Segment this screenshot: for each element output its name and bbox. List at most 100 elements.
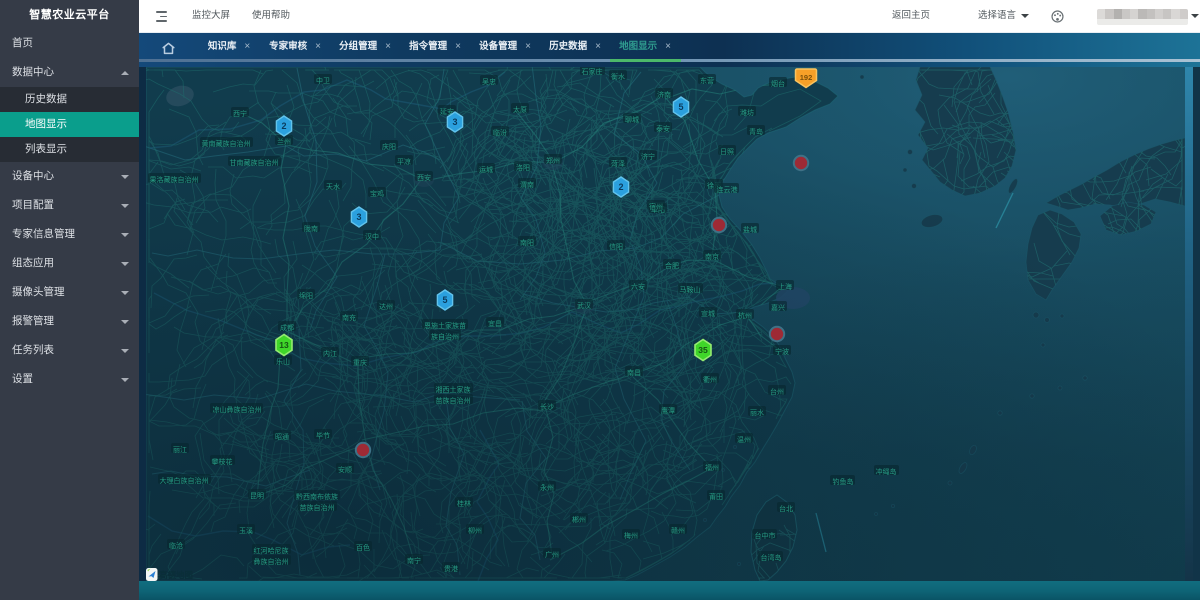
svg-text:凉山彝族自治州: 凉山彝族自治州 — [213, 405, 262, 414]
svg-text:宁波: 宁波 — [775, 347, 789, 356]
svg-text:盐城: 盐城 — [743, 225, 757, 234]
svg-text:绵阳: 绵阳 — [299, 291, 313, 300]
svg-text:菏泽: 菏泽 — [611, 159, 625, 168]
svg-text:济南: 济南 — [657, 90, 671, 99]
svg-text:大理白族自治州: 大理白族自治州 — [160, 476, 209, 485]
svg-text:台中市: 台中市 — [755, 531, 776, 540]
svg-text:昆明: 昆明 — [250, 492, 264, 500]
svg-text:2: 2 — [618, 182, 623, 192]
svg-text:嘉兴: 嘉兴 — [771, 303, 785, 312]
svg-text:钓鱼岛: 钓鱼岛 — [833, 477, 854, 486]
svg-text:石家庄: 石家庄 — [582, 67, 603, 76]
svg-text:六安: 六安 — [631, 282, 645, 291]
svg-text:聊城: 聊城 — [625, 115, 639, 124]
svg-text:宝鸡: 宝鸡 — [370, 189, 384, 198]
svg-text:合肥: 合肥 — [665, 261, 679, 270]
svg-text:马鞍山: 马鞍山 — [680, 285, 701, 294]
svg-text:2: 2 — [281, 121, 286, 131]
svg-text:临汾: 临汾 — [493, 128, 507, 137]
svg-text:吴忠: 吴忠 — [482, 78, 496, 86]
svg-text:重庆: 重庆 — [353, 358, 367, 367]
svg-text:中卫: 中卫 — [316, 76, 330, 85]
svg-text:192: 192 — [800, 73, 813, 82]
svg-text:5: 5 — [442, 295, 447, 305]
svg-text:南昌: 南昌 — [627, 368, 641, 377]
svg-text:台北: 台北 — [779, 504, 793, 513]
svg-text:衢州: 衢州 — [703, 375, 717, 384]
svg-text:苗族自治州: 苗族自治州 — [436, 396, 471, 405]
svg-text:济宁: 济宁 — [641, 152, 655, 161]
svg-text:莆田: 莆田 — [709, 492, 723, 501]
svg-text:信阳: 信阳 — [609, 242, 623, 251]
svg-text:烟台: 烟台 — [771, 79, 785, 88]
svg-text:柳州: 柳州 — [468, 526, 482, 535]
svg-text:太原: 太原 — [513, 105, 527, 114]
svg-text:彝族自治州: 彝族自治州 — [254, 557, 289, 566]
svg-text:冲绳岛: 冲绳岛 — [876, 467, 897, 476]
svg-text:桂林: 桂林 — [457, 499, 471, 508]
svg-text:福州: 福州 — [705, 463, 719, 472]
svg-text:黄南藏族自治州: 黄南藏族自治州 — [202, 139, 251, 148]
svg-text:5: 5 — [678, 102, 683, 112]
svg-text:西宁: 西宁 — [233, 109, 247, 118]
svg-text:赣州: 赣州 — [671, 526, 685, 535]
svg-text:西安: 西安 — [417, 173, 431, 182]
svg-text:台湾岛: 台湾岛 — [761, 553, 782, 562]
svg-text:昭通: 昭通 — [275, 432, 289, 441]
svg-text:乐山: 乐山 — [276, 357, 290, 366]
svg-text:渭南: 渭南 — [520, 180, 534, 189]
svg-text:成都: 成都 — [280, 323, 294, 332]
svg-text:青岛: 青岛 — [749, 127, 763, 136]
svg-text:红河哈尼族: 红河哈尼族 — [254, 546, 289, 555]
svg-text:攀枝花: 攀枝花 — [212, 457, 233, 466]
svg-text:杭州: 杭州 — [738, 311, 752, 320]
svg-text:鹰潭: 鹰潭 — [661, 406, 675, 415]
svg-text:台州: 台州 — [770, 387, 784, 396]
svg-text:临沧: 临沧 — [169, 541, 183, 550]
svg-text:郴州: 郴州 — [572, 515, 586, 524]
svg-text:衡水: 衡水 — [611, 72, 625, 81]
svg-text:安顺: 安顺 — [338, 465, 352, 474]
svg-text:百色: 百色 — [356, 543, 370, 552]
svg-text:湘西土家族: 湘西土家族 — [436, 385, 471, 394]
svg-text:永州: 永州 — [540, 483, 554, 492]
svg-text:梅州: 梅州 — [624, 531, 638, 540]
svg-text:丽江: 丽江 — [173, 446, 187, 454]
svg-text:玉溪: 玉溪 — [239, 526, 253, 535]
svg-text:高德地图: 高德地图 — [159, 570, 193, 580]
svg-text:3: 3 — [452, 117, 457, 127]
svg-text:长沙: 长沙 — [540, 402, 554, 411]
svg-text:广州: 广州 — [545, 550, 559, 559]
svg-text:宿州: 宿州 — [649, 202, 663, 211]
svg-text:达州: 达州 — [379, 302, 393, 311]
svg-text:南宁: 南宁 — [407, 556, 421, 565]
svg-text:潍坊: 潍坊 — [740, 108, 754, 117]
svg-text:3: 3 — [356, 212, 361, 222]
svg-text:日照: 日照 — [720, 148, 734, 156]
svg-text:庆阳: 庆阳 — [382, 142, 396, 151]
svg-text:南阳: 南阳 — [520, 238, 534, 247]
svg-text:毕节: 毕节 — [316, 431, 330, 440]
svg-text:35: 35 — [698, 345, 708, 355]
svg-text:天水: 天水 — [326, 182, 340, 191]
svg-text:兰州: 兰州 — [277, 137, 291, 146]
svg-text:丽水: 丽水 — [750, 408, 764, 417]
svg-text:东营: 东营 — [700, 76, 714, 85]
svg-text:南京: 南京 — [705, 252, 719, 261]
svg-text:洛阳: 洛阳 — [516, 163, 530, 172]
svg-text:泰安: 泰安 — [656, 124, 670, 133]
svg-text:宜昌: 宜昌 — [488, 319, 502, 328]
svg-text:上海: 上海 — [778, 282, 792, 291]
svg-text:武汉: 武汉 — [577, 301, 591, 310]
svg-text:果洛藏族自治州: 果洛藏族自治州 — [150, 175, 199, 184]
svg-text:汉中: 汉中 — [365, 232, 379, 241]
svg-text:连云港: 连云港 — [717, 185, 738, 194]
svg-text:陇南: 陇南 — [304, 224, 318, 233]
svg-text:苗族自治州: 苗族自治州 — [300, 503, 335, 512]
svg-text:黔西南布依族: 黔西南布依族 — [296, 492, 338, 501]
svg-text:内江: 内江 — [323, 349, 337, 358]
svg-text:族自治州: 族自治州 — [431, 332, 459, 341]
svg-text:南充: 南充 — [342, 313, 356, 322]
svg-text:郑州: 郑州 — [546, 157, 560, 165]
svg-text:13: 13 — [279, 340, 289, 350]
